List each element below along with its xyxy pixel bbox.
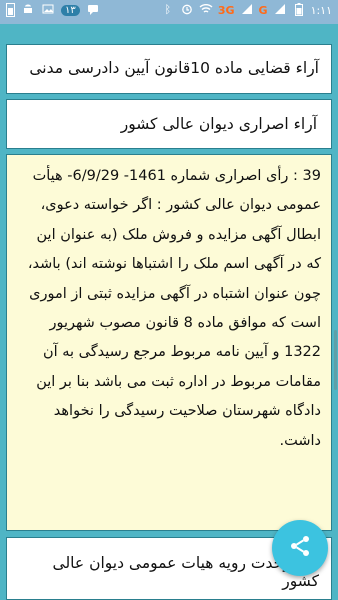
status-bar: ۱۳ ᛒ 3G G ۱:۱۱ [0,0,338,24]
content-line: دادگاه شهرستان صلاحیت رسیدگی را نخواهد [53,403,321,420]
content-line: 1322 و آیین نامه مربوط مرجع رسیدگی به آن [42,344,321,361]
content-line: که در آگهی اسم ملک را اشتباها نوشته اند)… [27,256,321,273]
content-line: ابطال آگهی مزایده و فروش ملک (به عنوان ا… [36,226,321,243]
carrier-label: G [258,3,268,17]
status-left: ۱۳ [6,3,100,17]
notification-count: ۱۳ [61,4,80,16]
list-item-label: آراء اصراری دیوان عالی کشور [120,115,317,133]
android-icon [21,3,35,17]
ruling-content: 39 : رأی اصراری شماره 1461- 6/9/29- هیأت… [6,154,332,531]
list-item-article-10[interactable]: آراء قضایی ماده 10قانون آیین دادرسی مدنی [6,44,332,94]
content-line: 39 : رأی اصراری شماره 1461- 6/9/29- هیأت [32,168,321,184]
content-line: مقامات مربوط در اداره ثبت می باشد بنا بر… [36,373,321,390]
message-icon [86,3,100,17]
scrollbar-thumb[interactable] [334,330,337,390]
status-right: ᛒ 3G G ۱:۱۱ [161,3,332,17]
battery-icon [6,3,15,17]
clock: ۱:۱۱ [310,3,332,17]
list-item-label: آراء قضایی ماده 10قانون آیین دادرسی مدنی [29,59,319,77]
signal-icon-2 [273,3,287,17]
image-icon [41,3,55,17]
network-type-label: 3G [217,3,235,17]
alarm-icon [180,3,194,17]
content-line: داشت. [279,432,321,449]
content-line: عمومی دیوان عالی کشور : اگر خواسته دعوی، [40,197,321,214]
content-line: چون عنوان اشتباه در آگهی مزایده ثبتی از … [29,285,321,302]
content-line: است که موافق ماده 8 قانون مصوب شهریور [49,315,321,332]
signal-icon [240,3,254,17]
battery-status-icon [292,3,306,17]
bluetooth-icon: ᛒ [164,3,172,16]
share-icon [288,534,312,562]
share-button[interactable] [272,520,328,576]
wifi-icon [199,3,213,17]
list-item-supreme-court-rulings[interactable]: آراء اصراری دیوان عالی کشور [6,99,332,149]
